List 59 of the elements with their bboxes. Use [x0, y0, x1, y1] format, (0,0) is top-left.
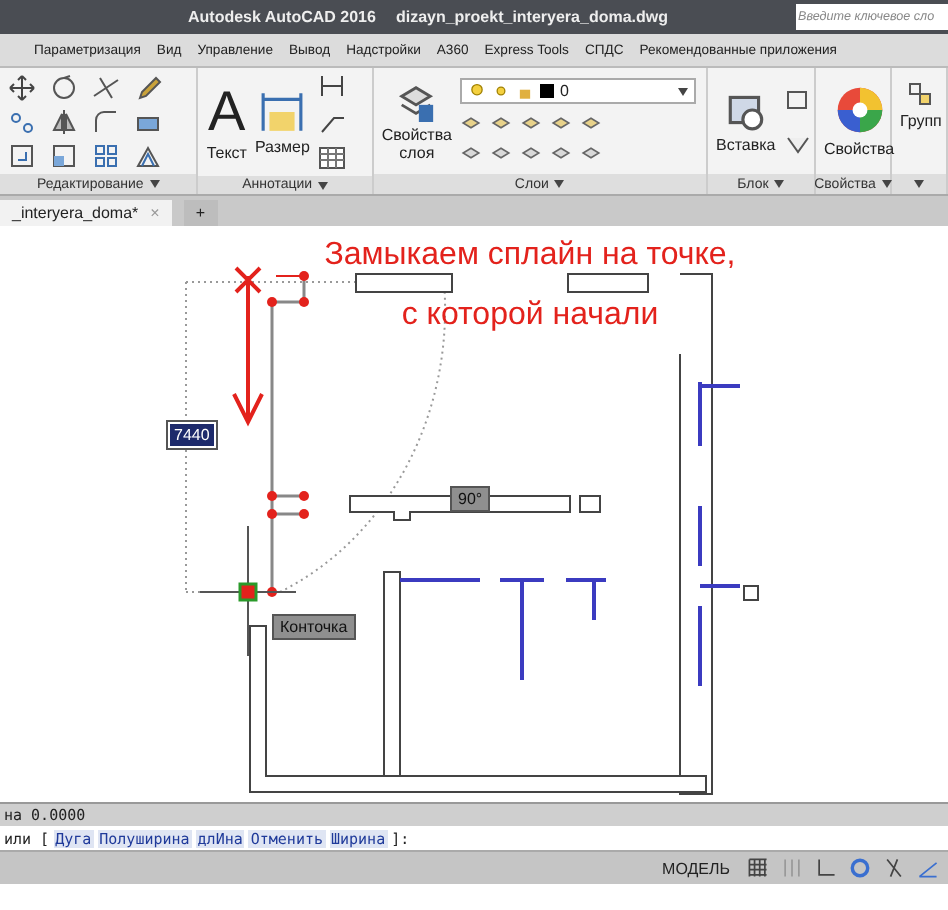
- offset-icon[interactable]: [134, 141, 162, 169]
- layer-tool-icon[interactable]: [579, 112, 602, 134]
- model-tab[interactable]: МОДЕЛЬ: [662, 859, 730, 877]
- osnap-icon[interactable]: [882, 856, 906, 880]
- layer-dropdown[interactable]: 0: [459, 78, 696, 104]
- pencil-icon[interactable]: [134, 73, 162, 101]
- properties-button[interactable]: Свойства: [823, 84, 895, 158]
- group-icon[interactable]: [906, 80, 935, 108]
- linear-dimension-icon[interactable]: [317, 72, 346, 100]
- fillet-icon[interactable]: [92, 107, 120, 135]
- snap-tooltip: Конточка: [272, 614, 356, 640]
- mirror-icon[interactable]: [50, 107, 78, 135]
- layer-tool-icon[interactable]: [519, 142, 542, 164]
- text-button[interactable]: A Текст: [206, 83, 247, 161]
- copy-icon[interactable]: [8, 107, 36, 135]
- insert-button[interactable]: Вставка: [715, 88, 776, 154]
- caret-icon[interactable]: [554, 180, 565, 188]
- layer-name: 0: [559, 82, 571, 100]
- layer-tool-icon[interactable]: [579, 142, 602, 164]
- app-title: Autodesk AutoCAD 2016: [188, 8, 376, 26]
- caret-icon[interactable]: [677, 87, 688, 95]
- caret-icon[interactable]: [149, 180, 160, 188]
- rotate-icon[interactable]: [50, 73, 78, 101]
- layer-tool-icon[interactable]: [489, 142, 512, 164]
- block-edit-icon[interactable]: [783, 85, 812, 113]
- layer-tool-icon[interactable]: [549, 112, 572, 134]
- caret-icon[interactable]: [913, 180, 924, 188]
- caret-icon[interactable]: [881, 180, 892, 188]
- layer-tool-icon[interactable]: [489, 112, 512, 134]
- array-icon[interactable]: [92, 141, 120, 169]
- stretch-icon[interactable]: [8, 141, 36, 169]
- angle-tooltip: 90°: [450, 486, 491, 512]
- tab-label[interactable]: +: [195, 204, 205, 222]
- move-icon[interactable]: [8, 73, 36, 101]
- polar-icon[interactable]: [848, 856, 872, 880]
- tab-label[interactable]: _interyera_doma*: [12, 204, 139, 222]
- scale-icon[interactable]: [50, 141, 78, 169]
- color-wheel-icon[interactable]: [833, 84, 886, 136]
- layer-properties-button[interactable]: Свойства слоя: [381, 81, 452, 161]
- grid-icon[interactable]: [746, 856, 770, 880]
- caret-icon[interactable]: [774, 180, 785, 188]
- layer-tool-icon[interactable]: [549, 142, 572, 164]
- color-swatch: [539, 84, 554, 98]
- trim-icon[interactable]: [92, 73, 120, 101]
- group-button[interactable]: Групп: [899, 80, 942, 130]
- document-tab[interactable]: +: [183, 200, 217, 226]
- layer-stack-icon[interactable]: [396, 81, 437, 121]
- dimension-button[interactable]: Размер: [254, 89, 310, 155]
- ortho-icon[interactable]: [814, 856, 838, 880]
- length-input[interactable]: 7440: [168, 422, 216, 448]
- layer-tool-icon[interactable]: [519, 112, 542, 134]
- annotation-text: Замыкаем сплайн на точке, с которой начали: [322, 236, 738, 336]
- document-tab[interactable]: _interyera_doma* ×: [0, 200, 172, 226]
- layer-tool-icon[interactable]: [459, 142, 482, 164]
- caret-icon[interactable]: [318, 181, 329, 189]
- file-name: dizayn_proekt_interyera_doma.dwg: [395, 8, 668, 26]
- dimension-icon[interactable]: [260, 89, 305, 133]
- table-icon[interactable]: [317, 144, 346, 172]
- layer-tool-icon[interactable]: [459, 112, 482, 134]
